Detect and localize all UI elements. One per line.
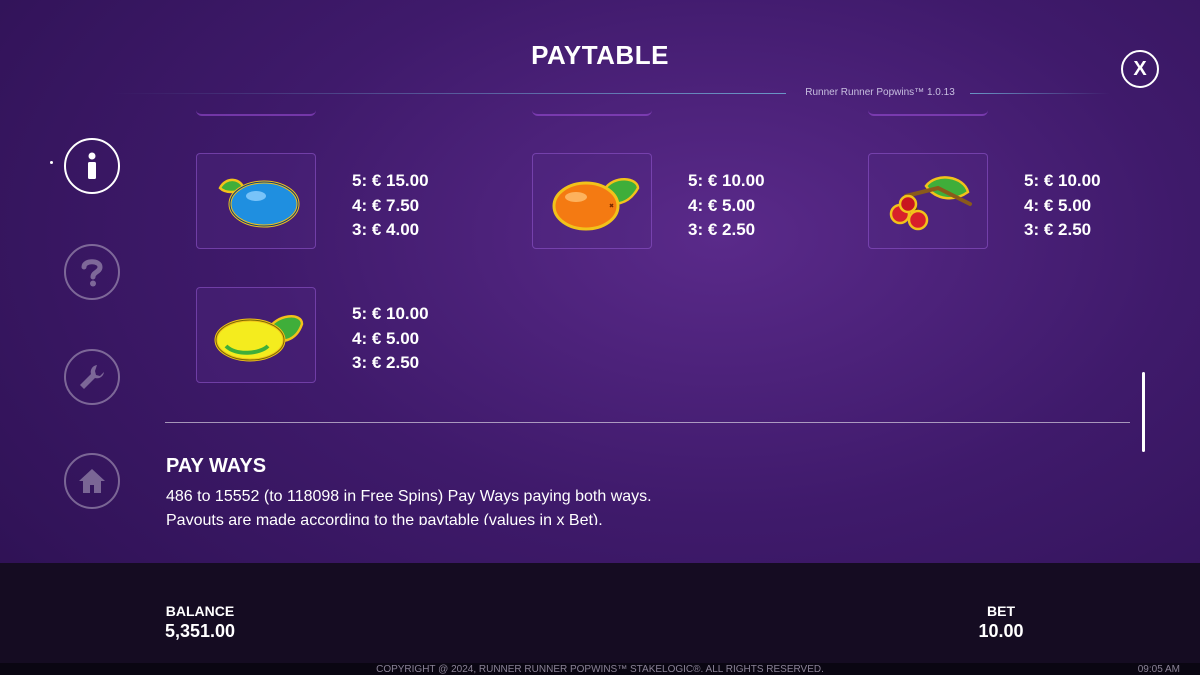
pay-5-of-a-kind: 5: € 15.00 — [352, 171, 429, 190]
pay-3-of-a-kind: 3: € 4.00 — [352, 220, 420, 239]
sidebar-item-settings[interactable] — [64, 349, 120, 405]
sidebar-item-info[interactable] — [64, 138, 120, 194]
pay-3-of-a-kind: 3: € 2.50 — [352, 353, 420, 372]
bottom-bar: BALANCE 5,351.00 BET 10.00 — [0, 563, 1200, 663]
symbol-pays: 5: € 10.00 4: € 5.00 3: € 2.50 — [688, 169, 765, 243]
sidebar-item-help[interactable] — [64, 244, 120, 300]
header-divider-left — [110, 93, 786, 94]
close-icon[interactable]: X — [1133, 58, 1146, 81]
copyright-text: COPYRIGHT @ 2024, RUNNER RUNNER POPWINS™… — [376, 664, 824, 675]
bet-label: BET — [987, 603, 1015, 619]
pay-4-of-a-kind: 4: € 5.00 — [352, 328, 420, 348]
symbol-pays: 5: € 15.00 4: € 7.50 3: € 4.00 — [352, 169, 429, 243]
balance-display: BALANCE 5,351.00 — [140, 603, 260, 642]
symbol-pays: 5: € 10.00 4: € 5.00 3: € 2.50 — [1024, 169, 1101, 243]
symbol-tile — [868, 153, 988, 249]
payways-text: 486 to 15552 (to 118098 in Free Spins) P… — [166, 485, 1106, 525]
symbol-tile — [532, 153, 652, 249]
pay-5-of-a-kind: 5: € 10.00 — [1024, 171, 1101, 190]
blueberry-icon — [218, 178, 300, 228]
clock: 09:05 AM — [1137, 664, 1180, 675]
payways-title: PAY WAYS — [166, 455, 267, 477]
pay-4-of-a-kind: 4: € 7.50 — [352, 195, 420, 215]
footer-bar: COPYRIGHT @ 2024, RUNNER RUNNER POPWINS™… — [0, 663, 1200, 675]
pay-5-of-a-kind: 5: € 10.00 — [352, 304, 429, 323]
payways-line: 486 to 15552 (to 118098 in Free Spins) P… — [166, 488, 652, 505]
balance-value: 5,351.00 — [164, 621, 236, 641]
bet-display: BET 10.00 — [951, 603, 1051, 642]
lemon-icon — [214, 315, 304, 362]
scrollbar-thumb[interactable] — [1142, 372, 1145, 452]
previous-row-edge — [868, 106, 988, 116]
payways-line: Payouts are made according to the paytab… — [166, 512, 603, 525]
help-icon — [81, 259, 103, 287]
symbol-pays: 5: € 10.00 4: € 5.00 3: € 2.50 — [352, 302, 429, 376]
pay-4-of-a-kind: 4: € 5.00 — [1024, 195, 1092, 215]
version-label: Runner Runner Popwins™ 1.0.13 — [805, 87, 955, 98]
paytable-title: PAYTABLE — [531, 40, 669, 70]
wrench-icon — [80, 365, 104, 389]
pay-5-of-a-kind: 5: € 10.00 — [688, 171, 765, 190]
symbol-tile — [196, 287, 316, 383]
close-button[interactable]: X — [1121, 50, 1159, 88]
header-divider-right — [970, 93, 1110, 94]
section-divider — [165, 422, 1130, 423]
pay-3-of-a-kind: 3: € 2.50 — [1024, 220, 1092, 239]
sidebar-item-home[interactable] — [64, 453, 120, 509]
bet-value: 10.00 — [978, 621, 1024, 641]
cherries-icon — [889, 176, 972, 231]
payways-text-clip: 486 to 15552 (to 118098 in Free Spins) P… — [160, 480, 1120, 525]
info-icon — [88, 152, 96, 179]
pay-4-of-a-kind: 4: € 5.00 — [688, 195, 756, 215]
orange-icon — [552, 178, 640, 231]
pay-3-of-a-kind: 3: € 2.50 — [688, 220, 756, 239]
previous-row-edge — [532, 106, 652, 116]
home-icon — [79, 469, 105, 493]
sidebar-indicator-dot — [50, 161, 53, 164]
previous-row-edge — [196, 106, 316, 116]
balance-label: BALANCE — [165, 603, 235, 619]
symbol-tile — [196, 153, 316, 249]
